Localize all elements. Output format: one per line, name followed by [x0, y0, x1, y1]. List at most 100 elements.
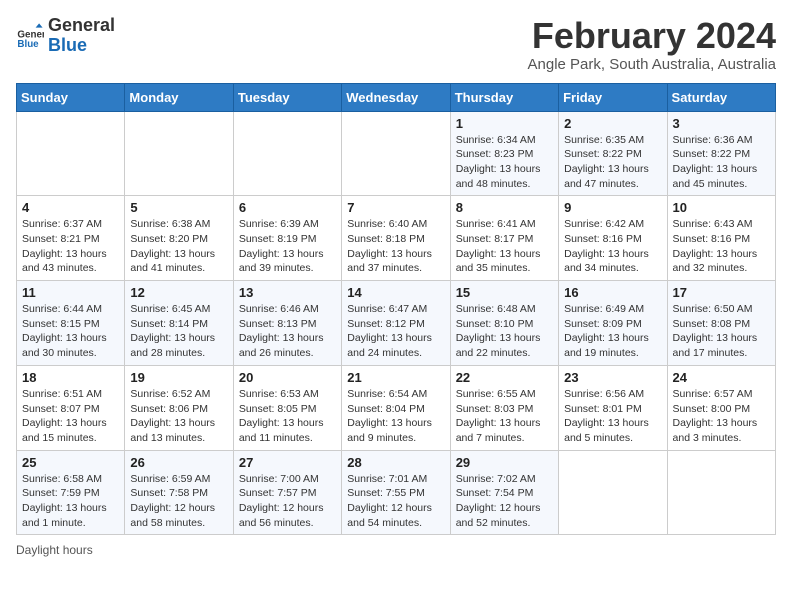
logo-icon: General Blue	[16, 22, 44, 50]
day-number: 7	[347, 200, 444, 215]
calendar-cell: 9 Sunrise: 6:42 AM Sunset: 8:16 PM Daylig…	[559, 196, 667, 281]
day-info: Sunrise: 6:46 AM Sunset: 8:13 PM Dayligh…	[239, 302, 336, 361]
day-number: 17	[673, 285, 770, 300]
day-number: 10	[673, 200, 770, 215]
calendar-cell: 19 Sunrise: 6:52 AM Sunset: 8:06 PM Dayli…	[125, 365, 233, 450]
day-number: 1	[456, 116, 553, 131]
week-row-4: 18Sunrise: 6:51 AM Sunset: 8:07 PM Dayli…	[17, 365, 776, 450]
calendar-cell	[667, 450, 775, 535]
calendar-cell: 15 Sunrise: 6:48 AM Sunset: 8:10 PM Dayli…	[450, 281, 558, 366]
calendar-cell	[17, 111, 125, 196]
day-header-friday: Friday	[559, 83, 667, 111]
calendar-cell	[559, 450, 667, 535]
day-number: 21	[347, 370, 444, 385]
day-number: 26	[130, 455, 227, 470]
day-info: Sunrise: 7:01 AM Sunset: 7:55 PM Dayligh…	[347, 472, 444, 531]
day-number: 5	[130, 200, 227, 215]
calendar-cell: 14Sunrise: 6:47 AM Sunset: 8:12 PM Dayli…	[342, 281, 450, 366]
day-info: Sunrise: 6:35 AM Sunset: 8:22 PM Dayligh…	[564, 133, 661, 192]
day-number: 9	[564, 200, 661, 215]
calendar-cell: 24Sunrise: 6:57 AM Sunset: 8:00 PM Dayli…	[667, 365, 775, 450]
day-info: Sunrise: 6:36 AM Sunset: 8:22 PM Dayligh…	[673, 133, 770, 192]
day-number: 14	[347, 285, 444, 300]
calendar-table: SundayMondayTuesdayWednesdayThursdayFrid…	[16, 83, 776, 536]
day-info: Sunrise: 6:38 AM Sunset: 8:20 PM Dayligh…	[130, 217, 227, 276]
calendar-cell: 21Sunrise: 6:54 AM Sunset: 8:04 PM Dayli…	[342, 365, 450, 450]
calendar-cell: 13 Sunrise: 6:46 AM Sunset: 8:13 PM Dayli…	[233, 281, 341, 366]
day-header-sunday: Sunday	[17, 83, 125, 111]
calendar-cell: 28 Sunrise: 7:01 AM Sunset: 7:55 PM Dayli…	[342, 450, 450, 535]
title-block: February 2024 Angle Park, South Australi…	[528, 16, 776, 73]
calendar-cell	[125, 111, 233, 196]
day-info: Sunrise: 6:43 AM Sunset: 8:16 PM Dayligh…	[673, 217, 770, 276]
calendar-cell: 18Sunrise: 6:51 AM Sunset: 8:07 PM Dayli…	[17, 365, 125, 450]
calendar-cell: 10 Sunrise: 6:43 AM Sunset: 8:16 PM Dayli…	[667, 196, 775, 281]
calendar-cell: 11Sunrise: 6:44 AM Sunset: 8:15 PM Dayli…	[17, 281, 125, 366]
day-info: Sunrise: 6:48 AM Sunset: 8:10 PM Dayligh…	[456, 302, 553, 361]
logo-general: General	[48, 15, 115, 35]
logo-blue: Blue	[48, 35, 87, 55]
day-number: 25	[22, 455, 119, 470]
day-number: 12	[130, 285, 227, 300]
day-number: 15	[456, 285, 553, 300]
day-number: 4	[22, 200, 119, 215]
day-info: Sunrise: 6:52 AM Sunset: 8:06 PM Dayligh…	[130, 387, 227, 446]
daylight-hours-label: Daylight hours	[16, 543, 93, 557]
day-header-monday: Monday	[125, 83, 233, 111]
day-info: Sunrise: 7:02 AM Sunset: 7:54 PM Dayligh…	[456, 472, 553, 531]
calendar-cell: 25 Sunrise: 6:58 AM Sunset: 7:59 PM Dayli…	[17, 450, 125, 535]
day-number: 13	[239, 285, 336, 300]
calendar-cell: 4 Sunrise: 6:37 AM Sunset: 8:21 PM Daylig…	[17, 196, 125, 281]
logo: General Blue General Blue	[16, 16, 115, 56]
week-row-1: 1Sunrise: 6:34 AM Sunset: 8:23 PM Daylig…	[17, 111, 776, 196]
week-row-3: 11Sunrise: 6:44 AM Sunset: 8:15 PM Dayli…	[17, 281, 776, 366]
day-number: 28	[347, 455, 444, 470]
calendar-cell: 26Sunrise: 6:59 AM Sunset: 7:58 PM Dayli…	[125, 450, 233, 535]
day-number: 27	[239, 455, 336, 470]
calendar-cell	[233, 111, 341, 196]
day-info: Sunrise: 6:50 AM Sunset: 8:08 PM Dayligh…	[673, 302, 770, 361]
calendar-cell: 12 Sunrise: 6:45 AM Sunset: 8:14 PM Dayli…	[125, 281, 233, 366]
calendar-cell: 20 Sunrise: 6:53 AM Sunset: 8:05 PM Dayli…	[233, 365, 341, 450]
day-number: 23	[564, 370, 661, 385]
day-info: Sunrise: 6:45 AM Sunset: 8:14 PM Dayligh…	[130, 302, 227, 361]
day-info: Sunrise: 6:39 AM Sunset: 8:19 PM Dayligh…	[239, 217, 336, 276]
day-info: Sunrise: 6:41 AM Sunset: 8:17 PM Dayligh…	[456, 217, 553, 276]
day-info: Sunrise: 6:57 AM Sunset: 8:00 PM Dayligh…	[673, 387, 770, 446]
calendar-body: 1Sunrise: 6:34 AM Sunset: 8:23 PM Daylig…	[17, 111, 776, 535]
day-number: 16	[564, 285, 661, 300]
logo-text: General Blue	[48, 16, 115, 56]
day-header-thursday: Thursday	[450, 83, 558, 111]
day-number: 3	[673, 116, 770, 131]
header-row: SundayMondayTuesdayWednesdayThursdayFrid…	[17, 83, 776, 111]
day-number: 6	[239, 200, 336, 215]
day-number: 29	[456, 455, 553, 470]
day-number: 18	[22, 370, 119, 385]
day-info: Sunrise: 6:58 AM Sunset: 7:59 PM Dayligh…	[22, 472, 119, 531]
calendar-cell: 7Sunrise: 6:40 AM Sunset: 8:18 PM Daylig…	[342, 196, 450, 281]
day-number: 20	[239, 370, 336, 385]
day-info: Sunrise: 6:37 AM Sunset: 8:21 PM Dayligh…	[22, 217, 119, 276]
calendar-cell	[342, 111, 450, 196]
location-subtitle: Angle Park, South Australia, Australia	[528, 56, 776, 73]
svg-text:Blue: Blue	[17, 39, 39, 50]
day-info: Sunrise: 6:53 AM Sunset: 8:05 PM Dayligh…	[239, 387, 336, 446]
calendar-cell: 8Sunrise: 6:41 AM Sunset: 8:17 PM Daylig…	[450, 196, 558, 281]
day-info: Sunrise: 6:56 AM Sunset: 8:01 PM Dayligh…	[564, 387, 661, 446]
calendar-cell: 29 Sunrise: 7:02 AM Sunset: 7:54 PM Dayli…	[450, 450, 558, 535]
calendar-cell: 17 Sunrise: 6:50 AM Sunset: 8:08 PM Dayli…	[667, 281, 775, 366]
calendar-cell: 22Sunrise: 6:55 AM Sunset: 8:03 PM Dayli…	[450, 365, 558, 450]
day-info: Sunrise: 6:42 AM Sunset: 8:16 PM Dayligh…	[564, 217, 661, 276]
page-header: General Blue General Blue February 2024 …	[16, 16, 776, 73]
day-number: 19	[130, 370, 227, 385]
day-header-wednesday: Wednesday	[342, 83, 450, 111]
week-row-2: 4 Sunrise: 6:37 AM Sunset: 8:21 PM Daylig…	[17, 196, 776, 281]
calendar-cell: 2Sunrise: 6:35 AM Sunset: 8:22 PM Daylig…	[559, 111, 667, 196]
day-info: Sunrise: 7:00 AM Sunset: 7:57 PM Dayligh…	[239, 472, 336, 531]
calendar-cell: 3 Sunrise: 6:36 AM Sunset: 8:22 PM Daylig…	[667, 111, 775, 196]
calendar-cell: 27 Sunrise: 7:00 AM Sunset: 7:57 PM Dayli…	[233, 450, 341, 535]
calendar-header: SundayMondayTuesdayWednesdayThursdayFrid…	[17, 83, 776, 111]
day-number: 22	[456, 370, 553, 385]
calendar-cell: 1Sunrise: 6:34 AM Sunset: 8:23 PM Daylig…	[450, 111, 558, 196]
day-info: Sunrise: 6:44 AM Sunset: 8:15 PM Dayligh…	[22, 302, 119, 361]
